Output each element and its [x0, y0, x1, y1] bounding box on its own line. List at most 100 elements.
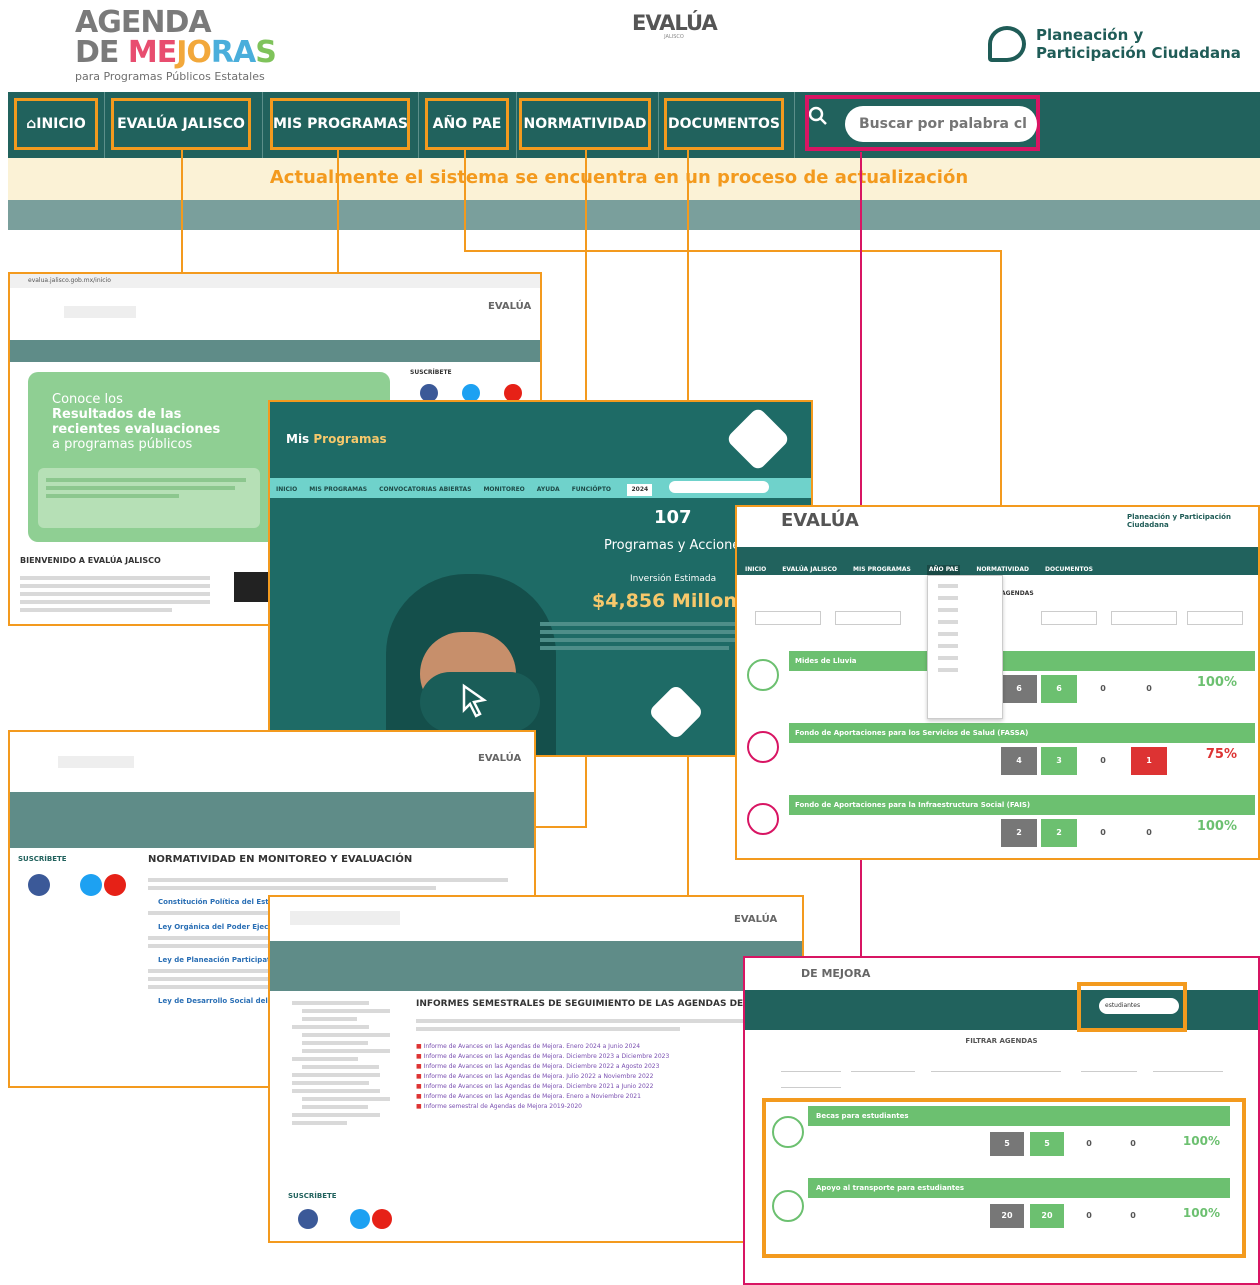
mini-evalua-logo: EVALÚA: [781, 510, 859, 531]
facebook-icon[interactable]: [28, 874, 50, 896]
facebook-icon[interactable]: [298, 1209, 318, 1229]
screenshot-mis-programas: Mis Programas INICIO MIS PROGRAMAS CONVOCA…: [268, 400, 813, 757]
investment-label: Inversión Estimada: [630, 574, 717, 584]
planeacion-logo-text: Planeación y Participación Ciudadana: [1036, 26, 1241, 62]
evalua-logo-title: EVALÚA: [632, 11, 718, 35]
hero-band: [8, 200, 1260, 230]
connector-evalua: [181, 150, 183, 273]
document-link[interactable]: Informe de Avances en las Agendas de Mej…: [416, 1062, 669, 1072]
stat-vencidos: 0: [1130, 1139, 1136, 1148]
stat-comprometidos: 2: [1001, 819, 1037, 847]
youtube-icon[interactable]: [104, 874, 126, 896]
youtube-icon[interactable]: [372, 1209, 392, 1229]
agenda-row-title: Mides de Lluvia: [789, 651, 1255, 671]
mini-logo: [64, 306, 136, 318]
planeacion-logo[interactable]: Planeación y Participación Ciudadana: [988, 24, 1248, 68]
program-icon: [747, 731, 779, 763]
documents-list: Informe de Avances en las Agendas de Mej…: [416, 1042, 670, 1112]
document-link[interactable]: Informe de Avances en las Agendas de Mej…: [416, 1092, 669, 1102]
document-link[interactable]: Informe de Avances en las Agendas de Mej…: [416, 1082, 669, 1092]
subscribe-label: SUSCRÍBETE: [288, 1192, 337, 1200]
search-results-highlight: Becas para estudiantes 5 5 0 0 100% Apoy…: [762, 1098, 1246, 1258]
browser-url-bar: evalua.jalisco.gob.mx/inicio: [10, 274, 540, 288]
mini-logo: [58, 756, 134, 768]
completion-percent: 100%: [1196, 675, 1237, 690]
nav-ano-pae[interactable]: AÑO PAE: [425, 98, 509, 150]
home-icon: ⌂: [26, 116, 37, 132]
mini-nav: INICIO EVALÚA JALISCO MIS PROGRAMAS AÑO PAE…: [737, 547, 1258, 575]
agenda-row-title: Fondo de Aportaciones para los Servicios…: [789, 723, 1255, 743]
normatividad-heading: NORMATIVIDAD EN MONITOREO Y EVALUACIÓN: [148, 854, 413, 865]
hero-title: Conoce los Resultados de las recientes e…: [52, 392, 221, 452]
nav-inicio[interactable]: ⌂INICIO: [14, 98, 98, 150]
mini-nav: INICIO MIS PROGRAMAS CONVOCATORIAS ABIERTA…: [270, 478, 811, 498]
year-dropdown-menu[interactable]: [927, 575, 1003, 719]
document-link[interactable]: Informe de Avances en las Agendas de Mej…: [416, 1042, 669, 1052]
jalisco-badge-icon-2: [647, 683, 705, 741]
search-input[interactable]: [845, 106, 1037, 142]
connector-pae-h: [464, 250, 1002, 252]
documents-intro: [416, 1015, 746, 1035]
mini-planeacion-logo: Planeación y Participación Ciudadana: [1127, 513, 1231, 529]
agenda-de-mejora-logo[interactable]: AGENDA DE MEJORAS para Programas Público…: [75, 8, 285, 84]
agenda-row-title[interactable]: Becas para estudiantes: [808, 1106, 1230, 1126]
update-notice: Actualmente el sistema se encuentra en u…: [8, 158, 1260, 200]
agenda-row[interactable]: Fondo de Aportaciones para los Servicios…: [743, 723, 1255, 783]
agenda-row-title[interactable]: Apoyo al transporte para estudiantes: [808, 1178, 1230, 1198]
nav-documentos[interactable]: DOCUMENTOS: [664, 98, 784, 150]
document-link[interactable]: Informe semestral de Agendas de Mejora 2…: [416, 1102, 669, 1112]
connector-pae-v2: [1000, 250, 1002, 505]
documents-tree[interactable]: [292, 997, 402, 1129]
investment-value: $4,856 Millone: [592, 590, 750, 612]
stat-en-proceso: 0: [1086, 1211, 1092, 1220]
completion-percent: 100%: [1182, 1206, 1220, 1220]
completion-percent: 75%: [1205, 747, 1237, 762]
document-link[interactable]: Informe de Avances en las Agendas de Mej…: [416, 1072, 669, 1082]
stat-vencidos: 1: [1131, 747, 1167, 775]
search-highlight: estudiantes: [1077, 982, 1187, 1032]
programs-count-label: Programas y Acciones: [604, 538, 748, 553]
filter-row[interactable]: [781, 1058, 1231, 1088]
welcome-text: [20, 572, 210, 616]
stat-comprometidos: 6: [1001, 675, 1037, 703]
stat-concluidos: 2: [1041, 819, 1077, 847]
document-link[interactable]: Informe de Avances en las Agendas de Mej…: [416, 1052, 670, 1062]
cursor-click-icon: [462, 683, 488, 718]
twitter-icon[interactable]: [80, 874, 102, 896]
mis-programas-title: Mis Programas: [286, 432, 387, 446]
nav-normatividad[interactable]: NORMATIVIDAD: [519, 98, 651, 150]
stat-en-proceso: 0: [1100, 684, 1106, 693]
screenshot-search-results: DE MEJORA estudiantes FILTRAR AGENDAS Be…: [743, 956, 1260, 1285]
mini-evalua-logo: EVALÚA: [734, 914, 778, 925]
stat-concluidos: 5: [1030, 1132, 1064, 1156]
stat-concluidos: 3: [1041, 747, 1077, 775]
program-icon: [772, 1190, 804, 1222]
program-icon: [747, 659, 779, 691]
nav-evalua-jalisco[interactable]: EVALÚA JALISCO: [111, 98, 251, 150]
program-icon: [747, 803, 779, 835]
mini-nav: [10, 792, 534, 848]
twitter-icon[interactable]: [350, 1209, 370, 1229]
stat-comprometidos: 5: [990, 1132, 1024, 1156]
nav-mis-programas[interactable]: MIS PROGRAMAS: [270, 98, 410, 150]
subscribe-label: SUSCRÍBETE: [18, 855, 67, 863]
screenshot-documentos: EVALÚA SUSCRÍBETE INFORMES SEMESTRALES D…: [268, 895, 804, 1243]
agenda-row[interactable]: Fondo de Aportaciones para la Infraestru…: [743, 795, 1255, 855]
subscribe-label: SUSCRÍBETE: [410, 369, 452, 376]
stat-concluidos: 6: [1041, 675, 1077, 703]
hero-text-card: [38, 468, 260, 528]
logo-tagline: para Programas Públicos Estatales: [75, 70, 265, 83]
mini-nav: [270, 941, 802, 991]
speech-bubble-icon: [988, 26, 1026, 62]
completion-percent: 100%: [1182, 1134, 1220, 1148]
mini-nav: [10, 340, 540, 362]
program-icon: [772, 1116, 804, 1148]
stat-en-proceso: 0: [1086, 1139, 1092, 1148]
welcome-heading: BIENVENIDO A EVALÚA JALISCO: [20, 556, 161, 565]
main-nav: ⌂INICIO EVALÚA JALISCO MIS PROGRAMAS AÑO…: [8, 92, 1260, 158]
evalua-jalisco-logo[interactable]: EVALÚA JALISCO: [632, 11, 718, 40]
logo-line-2: DE MEJORAS: [75, 35, 277, 70]
mini-agenda-logo: DE MEJORA: [801, 967, 871, 980]
search-input[interactable]: estudiantes: [1099, 998, 1179, 1014]
documents-heading: INFORMES SEMESTRALES DE SEGUIMIENTO DE L…: [416, 999, 756, 1009]
